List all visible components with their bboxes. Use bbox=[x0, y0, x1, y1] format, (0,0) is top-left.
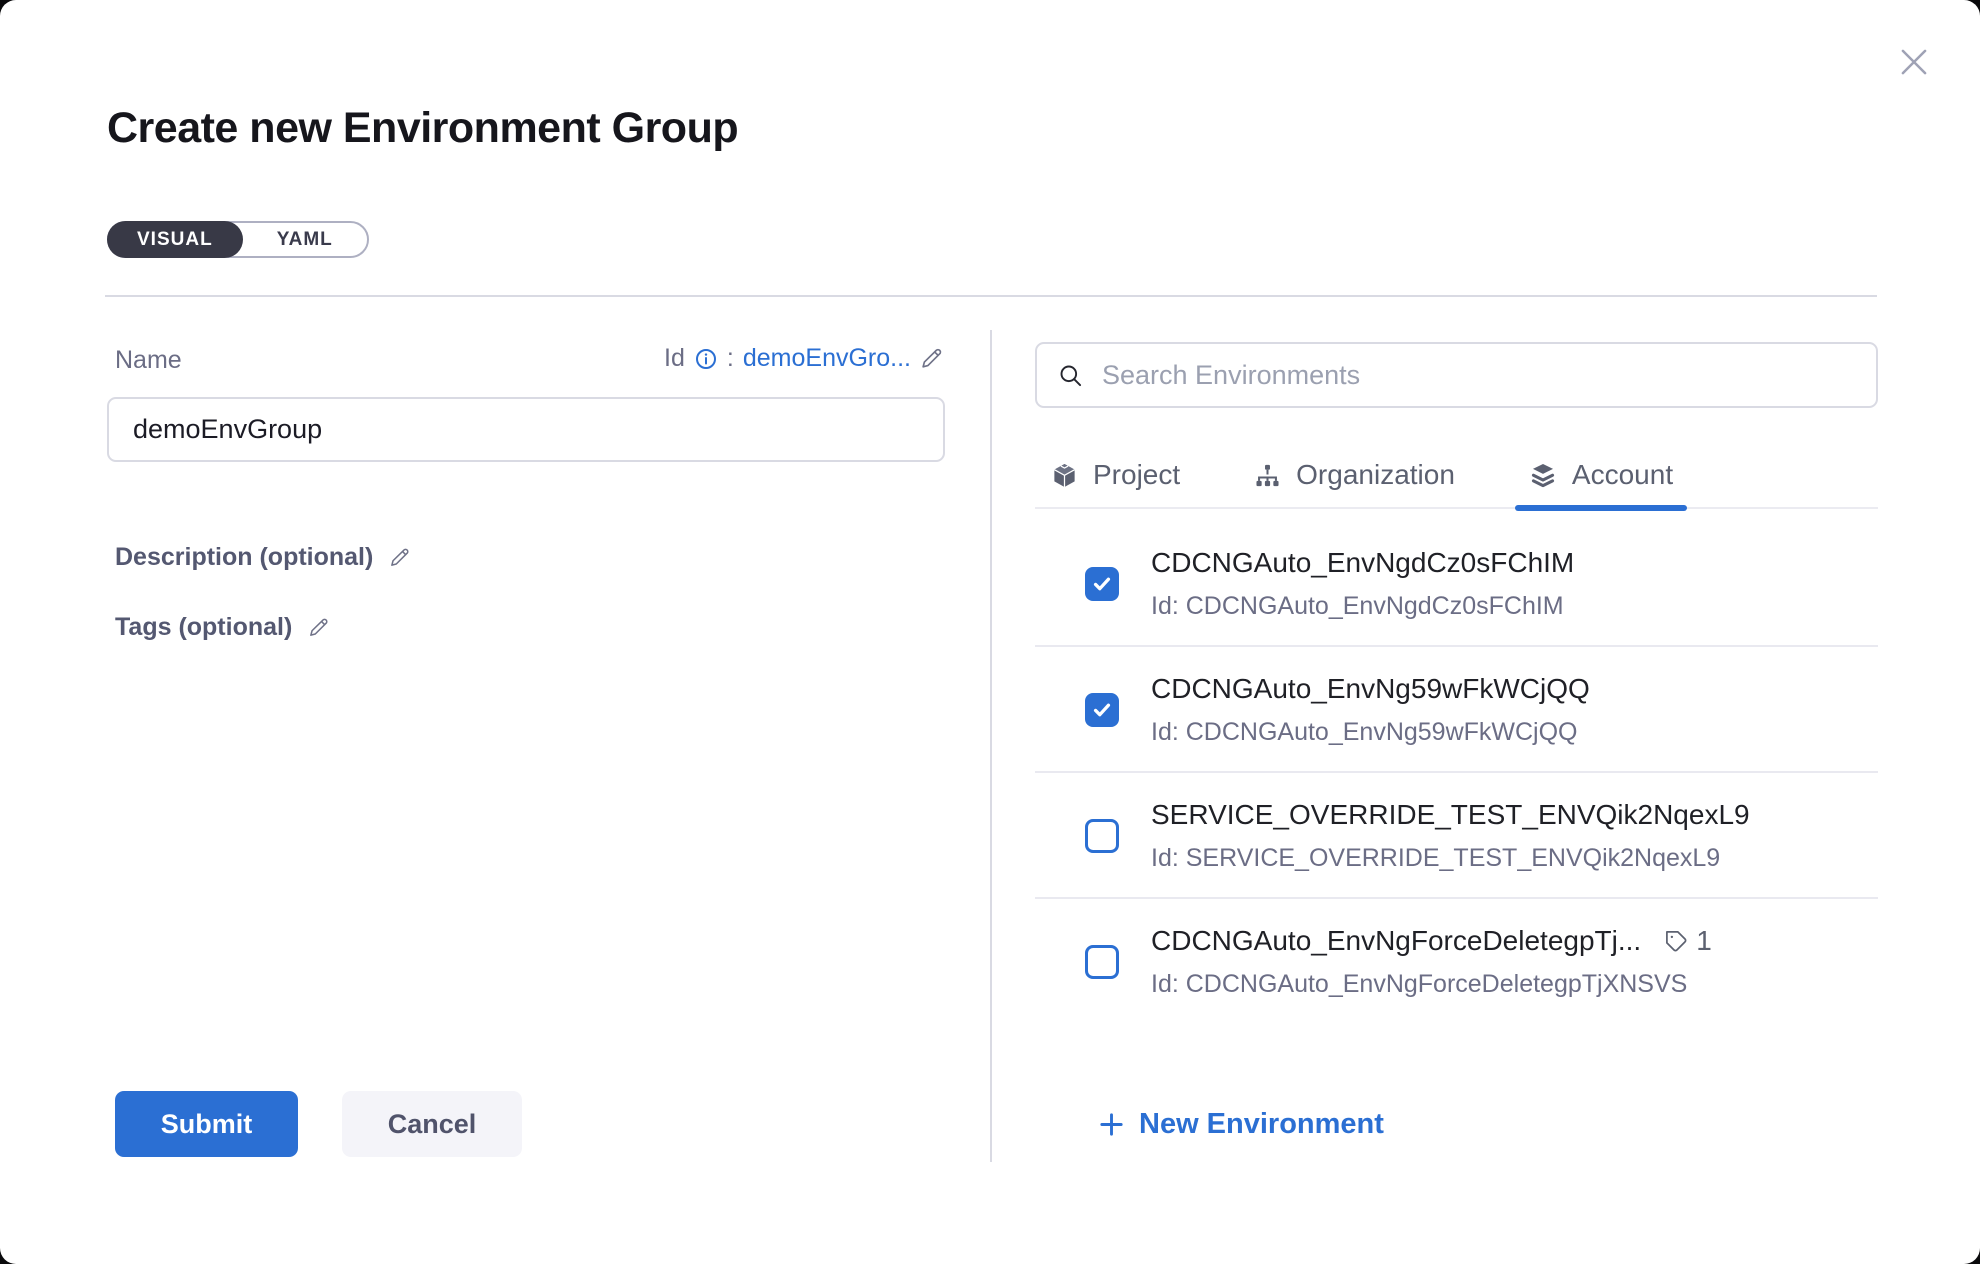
tag-icon bbox=[1663, 928, 1689, 954]
environment-list: CDCNGAuto_EnvNgdCz0sFChIM Id: CDCNGAuto_… bbox=[1035, 509, 1878, 1048]
description-row: Description (optional) bbox=[115, 543, 412, 572]
search-box bbox=[1035, 342, 1878, 408]
page-title: Create new Environment Group bbox=[107, 104, 738, 153]
environment-name: SERVICE_OVERRIDE_TEST_ENVQik2NqexL9 bbox=[1151, 799, 1750, 831]
tab-account[interactable]: Account bbox=[1523, 442, 1679, 508]
environment-checkbox-checked[interactable] bbox=[1085, 567, 1119, 601]
environment-id: Id: SERVICE_OVERRIDE_TEST_ENVQik2NqexL9 bbox=[1151, 844, 1750, 873]
environment-checkbox-unchecked[interactable] bbox=[1085, 945, 1119, 979]
tab-project-label: Project bbox=[1093, 459, 1180, 491]
check-icon bbox=[1091, 699, 1113, 721]
tags-row: Tags (optional) bbox=[115, 613, 331, 642]
cube-icon bbox=[1051, 462, 1078, 489]
sitemap-icon bbox=[1254, 462, 1281, 489]
toggle-visual[interactable]: VISUAL bbox=[107, 221, 243, 258]
create-environment-group-dialog: Create new Environment Group VISUAL YAML… bbox=[0, 0, 1980, 1264]
environment-id: Id: CDCNGAuto_EnvNg59wFkWCjQQ bbox=[1151, 718, 1590, 747]
environment-id: Id: CDCNGAuto_EnvNgForceDeletegpTjXNSVS bbox=[1151, 970, 1712, 999]
tag-count: 1 bbox=[1696, 925, 1712, 957]
environment-row-1[interactable]: CDCNGAuto_EnvNgdCz0sFChIM Id: CDCNGAuto_… bbox=[1035, 509, 1878, 647]
tag-count-badge: 1 bbox=[1663, 925, 1712, 957]
environment-checkbox-checked[interactable] bbox=[1085, 693, 1119, 727]
entity-id-row: Id : demoEnvGro... bbox=[107, 344, 945, 373]
scope-tabs: Project Organization Account bbox=[1035, 443, 1878, 509]
header-divider bbox=[105, 295, 1877, 297]
cancel-button[interactable]: Cancel bbox=[342, 1091, 522, 1157]
id-value-link[interactable]: demoEnvGro... bbox=[743, 344, 911, 373]
tab-project[interactable]: Project bbox=[1045, 442, 1186, 508]
toggle-yaml[interactable]: YAML bbox=[243, 221, 367, 258]
column-divider bbox=[990, 330, 992, 1162]
tab-organization[interactable]: Organization bbox=[1248, 442, 1461, 508]
submit-button[interactable]: Submit bbox=[115, 1091, 298, 1157]
description-label: Description (optional) bbox=[115, 543, 373, 572]
id-label: Id bbox=[664, 344, 685, 373]
layers-icon bbox=[1529, 461, 1557, 489]
environment-id: Id: CDCNGAuto_EnvNgdCz0sFChIM bbox=[1151, 592, 1574, 621]
environment-name: CDCNGAuto_EnvNgForceDeletegpTj... bbox=[1151, 925, 1641, 957]
tab-organization-label: Organization bbox=[1296, 459, 1455, 491]
new-environment-label: New Environment bbox=[1139, 1108, 1384, 1141]
check-icon bbox=[1091, 573, 1113, 595]
environment-row-4[interactable]: CDCNGAuto_EnvNgForceDeletegpTj... 1 Id: … bbox=[1035, 899, 1878, 1023]
info-icon[interactable] bbox=[694, 347, 718, 371]
environment-name: CDCNGAuto_EnvNgdCz0sFChIM bbox=[1151, 547, 1574, 579]
environment-row-3[interactable]: SERVICE_OVERRIDE_TEST_ENVQik2NqexL9 Id: … bbox=[1035, 773, 1878, 899]
environment-checkbox-unchecked[interactable] bbox=[1085, 819, 1119, 853]
close-icon[interactable] bbox=[1892, 40, 1936, 84]
search-icon bbox=[1057, 362, 1084, 389]
search-environments-input[interactable] bbox=[1100, 359, 1856, 392]
new-environment-button[interactable]: New Environment bbox=[1097, 1108, 1384, 1141]
plus-icon bbox=[1097, 1110, 1126, 1139]
tab-account-label: Account bbox=[1572, 459, 1673, 491]
edit-description-pencil-icon[interactable] bbox=[389, 546, 412, 569]
visual-yaml-toggle: VISUAL YAML bbox=[107, 221, 369, 258]
id-separator: : bbox=[727, 344, 734, 373]
environment-name: CDCNGAuto_EnvNg59wFkWCjQQ bbox=[1151, 673, 1590, 705]
environment-row-2[interactable]: CDCNGAuto_EnvNg59wFkWCjQQ Id: CDCNGAuto_… bbox=[1035, 647, 1878, 773]
edit-id-pencil-icon[interactable] bbox=[920, 346, 945, 371]
tags-label: Tags (optional) bbox=[115, 613, 292, 642]
edit-tags-pencil-icon[interactable] bbox=[308, 616, 331, 639]
name-input[interactable] bbox=[107, 397, 945, 462]
